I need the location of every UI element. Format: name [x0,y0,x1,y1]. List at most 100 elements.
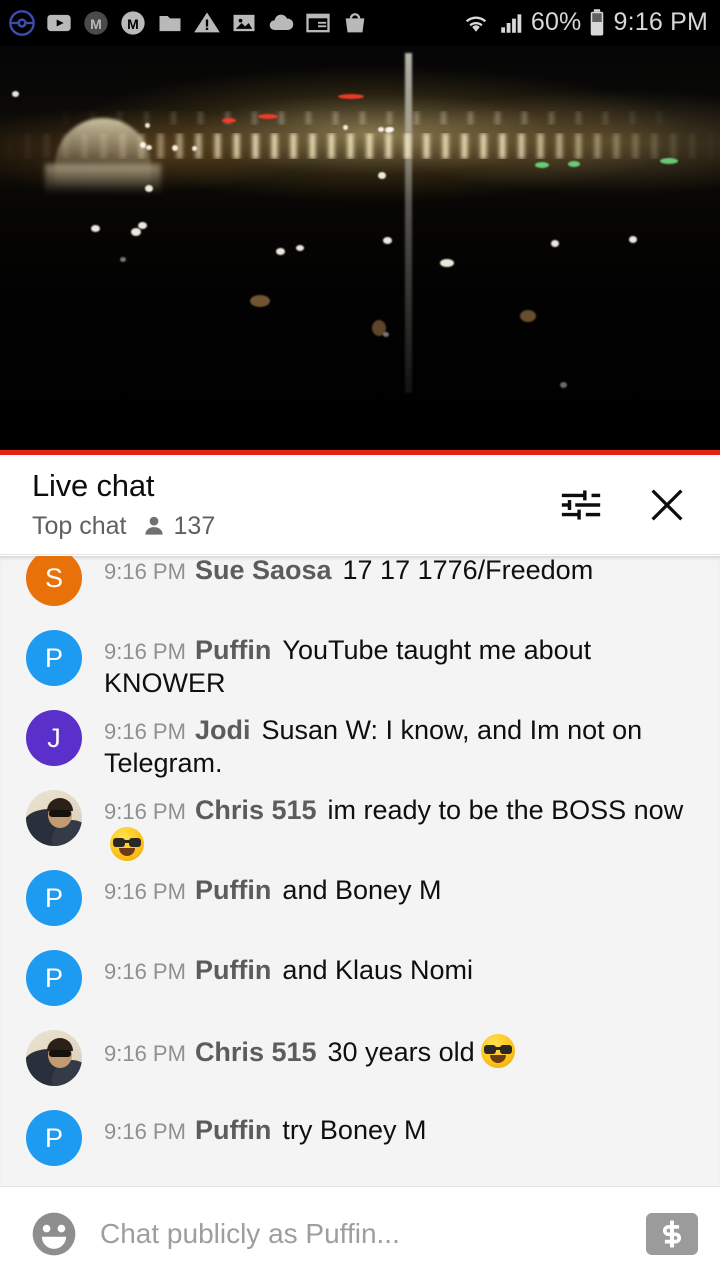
person-icon [144,517,163,535]
video-light-dot [91,225,100,232]
chat-input[interactable] [100,1217,646,1250]
youtube-icon [47,14,71,31]
avatar[interactable]: P [26,870,82,926]
video-light-dot [250,295,270,307]
status-bar-system-icons: 60% 9:16 PM [461,8,708,38]
chat-message-body: 9:16 PM Chris 515 30 years old [82,1026,700,1069]
chat-message-row[interactable]: S 9:16 PM Sue Saosa 17 17 1776/Freedom [0,556,720,626]
avatar[interactable] [26,1030,82,1086]
avatar-letter: S [44,562,63,593]
viewer-count-label: 137 [173,511,216,540]
message-text: and Klaus Nomi [282,955,474,985]
image-icon [233,14,255,31]
video-light-dot [383,332,389,337]
chat-input-bar [0,1186,720,1280]
video-light-dot [131,228,141,236]
message-author[interactable]: Chris 515 [195,1037,317,1067]
video-light-dot [388,127,394,132]
avatar-letter: P [44,642,63,673]
sunglasses-face-emoji [110,826,144,861]
video-light-dot [378,127,384,132]
emoji-picker-button[interactable] [26,1206,82,1262]
folder-icon [159,15,181,31]
avatar-letter: P [44,882,63,913]
message-timestamp: 9:16 PM [104,719,186,744]
clock-label: 9:16 PM [613,8,708,36]
video-light-dot [12,91,19,97]
sunglasses-face-emoji [480,1034,515,1068]
video-light-dot [383,237,392,244]
status-bar: M M 60% 9:16 PM [0,0,720,45]
video-light-dot [296,245,304,251]
smiley-face-icon [32,1212,76,1255]
avatar[interactable] [26,790,82,846]
chat-message-line: 9:16 PM Chris 515 30 years old [104,1034,700,1069]
chat-message-line: 9:16 PM Chris 515 im ready to be the BOSS … [104,794,700,862]
video-city-lights [0,133,720,159]
video-light-dot [338,94,364,99]
message-author[interactable]: Sue Saosa [195,556,332,585]
message-author[interactable]: Puffin [195,635,271,665]
avatar-letter: P [44,1122,63,1153]
superchat-button[interactable] [646,1212,698,1255]
avatar[interactable]: P [26,630,82,686]
chat-message-row[interactable]: 9:16 PM Chris 515 30 years old [0,1026,720,1106]
chat-message-body: 9:16 PM Chris 515 im ready to be the BOSS … [82,786,700,862]
message-author[interactable]: Puffin [195,1115,271,1145]
chat-message-row[interactable]: P 9:16 PM Puffin try Boney M [0,1106,720,1186]
video-player[interactable] [0,45,720,450]
message-text: 17 17 1776/Freedom [342,556,594,585]
battery-percent-label: 60% [530,8,582,36]
message-timestamp: 9:16 PM [104,879,186,904]
message-author[interactable]: Chris 515 [195,795,317,825]
m-app-light-icon: M [121,10,145,35]
chat-message-body: 9:16 PM Puffin try Boney M [82,1106,700,1147]
message-text: try Boney M [282,1115,427,1145]
chat-header-subtitle-row: Top chat 137 [32,512,558,541]
chat-message-row[interactable]: P 9:16 PM Puffin and Boney M [0,866,720,946]
svg-text:M: M [127,15,139,31]
avatar[interactable]: S [26,556,82,606]
chat-settings-button[interactable] [558,482,604,528]
message-author[interactable]: Puffin [195,955,271,985]
message-timestamp: 9:16 PM [104,799,186,824]
video-light-dot [378,172,386,179]
chat-mode-label[interactable]: Top chat [32,512,127,541]
message-author[interactable]: Puffin [195,875,271,905]
close-chat-button[interactable] [644,482,690,528]
chat-message-line: 9:16 PM Puffin try Boney M [104,1114,700,1147]
signal-bars-icon [501,13,522,33]
cloud-icon [269,14,294,30]
video-light-dot [192,146,197,151]
chat-message-line: 9:16 PM Puffin YouTube taught me about KNO… [104,634,700,700]
avatar[interactable]: P [26,1110,82,1166]
svg-text:M: M [90,15,102,31]
video-distant-lights [0,111,720,125]
battery-icon [591,8,604,35]
chat-message-line: 9:16 PM Jodi Susan W: I know, and Im not o… [104,714,700,780]
video-light-dot [276,248,285,255]
live-chat-header: Live chat Top chat 137 [0,455,720,555]
chat-message-row[interactable]: J 9:16 PM Jodi Susan W: I know, and Im not … [0,706,720,786]
video-light-dot [343,125,348,130]
message-author[interactable]: Jodi [195,715,251,745]
chat-message-body: 9:16 PM Puffin YouTube taught me about KNO… [82,626,700,700]
message-text: 30 years old [327,1037,475,1067]
pokemon-go-icon [9,9,35,36]
shopping-bag-icon [345,12,365,32]
chat-message-row[interactable]: P 9:16 PM Puffin and Klaus Nomi [0,946,720,1026]
video-light-dot [120,257,126,262]
avatar[interactable]: J [26,710,82,766]
chat-message-line: 9:16 PM Sue Saosa 17 17 1776/Freedom [104,556,700,587]
viewer-count-group: 137 [141,511,216,541]
chat-message-row[interactable]: P 9:16 PM Puffin YouTube taught me about KN… [0,626,720,706]
chat-message-list[interactable]: S 9:16 PM Sue Saosa 17 17 1776/Freedom P 9:16… [0,556,720,1186]
chat-message-body: 9:16 PM Sue Saosa 17 17 1776/Freedom [82,556,700,587]
chat-message-body: 9:16 PM Puffin and Klaus Nomi [82,946,700,987]
avatar[interactable]: P [26,950,82,1006]
video-light-dot [172,145,178,151]
video-frame-night-sky [0,45,720,450]
chat-message-row[interactable]: 9:16 PM Chris 515 im ready to be the BOSS … [0,786,720,866]
message-timestamp: 9:16 PM [104,559,186,584]
video-obelisk-tower [405,53,412,393]
